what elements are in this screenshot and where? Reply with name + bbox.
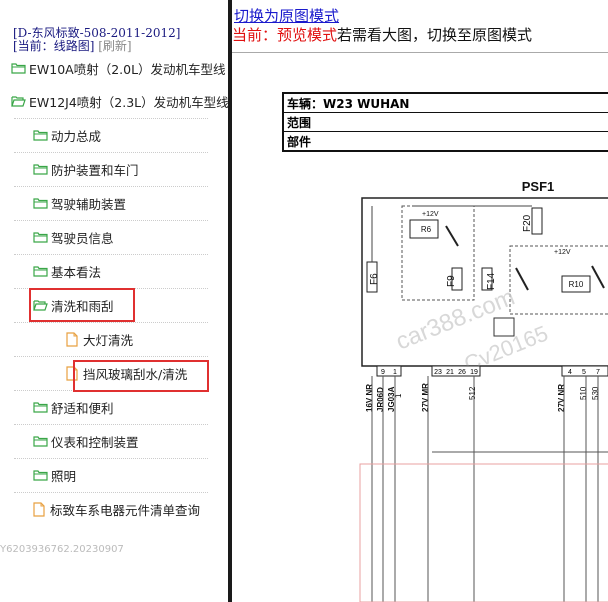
tree-item[interactable]: 动力总成 [33,121,101,149]
current-value: 线路图 [53,39,90,53]
folder-icon [33,470,48,481]
folder-icon [33,436,48,447]
fuse-f6-label: F6 [369,273,380,285]
diagram-title: PSF1 [522,179,555,194]
voltage-label-b: +12V [554,249,571,256]
document-id: Y6203936762.20230907 [0,544,124,555]
highlight-box-wiper-folder [29,288,135,322]
wire-label-jr06d: JR06D [376,387,385,412]
voltage-label-a: +12V [422,211,439,218]
current-view: [当前：线路图] [刷新] [13,37,132,54]
tree-separator [14,118,208,119]
tree-separator [14,322,208,323]
tree-item[interactable]: 驾驶员信息 [33,223,114,251]
tree-separator [14,186,208,187]
tree-item[interactable]: EW12J4喷射（2.3L）发动机车型线 [11,87,228,115]
tree-item[interactable]: 基本看法 [33,257,101,285]
ground-zone [359,463,608,602]
wire-label-27v-mr: 27V MR [421,383,430,412]
tree-item[interactable]: EW10A喷射（2.0L）发动机车型线 [11,54,226,82]
pin-label-1: 1 [393,369,397,376]
pin-label-7: 7 [596,369,600,376]
tree-item[interactable]: 驾驶辅助装置 [33,189,126,217]
wire-label-530: 530 [591,386,600,400]
folder-icon [33,266,48,277]
pin-label-9: 9 [381,369,385,376]
tree-item[interactable]: 标致车系电器元件清单查询 [33,495,200,523]
current-suffix: ] [89,39,95,53]
tree-item[interactable]: 防护装置和车门 [33,155,139,183]
fuse-f14-label: F14 [486,272,497,290]
tree-item-label: 仪表和控制装置 [51,434,139,450]
relay-r10-contact-a [515,267,529,291]
preview-panel: 切换为原图模式 当前：预览模式若需看大图，切换至原图模式 车辆：W23 WUHA… [232,0,608,602]
current-prefix: [当前： [13,39,54,53]
document-icon [66,331,78,347]
tree-separator [14,152,208,153]
tree-item-label: EW12J4喷射（2.3L）发动机车型线 [29,94,228,110]
relay-r6-label: R6 [421,225,432,234]
fuse-f20-body [531,207,543,235]
tree-item-label: EW10A喷射（2.0L）发动机车型线 [29,61,226,77]
tree-item-label: 基本看法 [51,264,102,280]
tree-separator [14,492,208,493]
folder-icon [11,63,26,74]
highlight-box-windshield-item [73,360,209,392]
tree-item[interactable]: 照明 [33,461,76,489]
folder-icon [33,164,48,175]
tree-item-label: 防护装置和车门 [51,162,139,178]
wire-label-510: 510 [579,386,588,400]
relay-zone-b [509,245,608,315]
pin-label-5: 5 [582,369,586,376]
wire-label-27v-nr: 27V NR [557,384,566,412]
wire-label-16v-nr: 16V NR [365,384,374,412]
tree-item-label: 舒适和便利 [51,400,114,416]
tree-separator [14,424,208,425]
tree-item-label: 照明 [51,468,77,484]
relay-r10-label: R10 [569,280,584,289]
tree-separator [14,356,208,357]
tree-separator [14,254,208,255]
pin-label-23: 23 [434,369,442,376]
refresh-link[interactable]: [刷新] [98,39,131,53]
tree-item-label: 驾驶员信息 [51,230,114,246]
tree-item-label: 动力总成 [51,128,102,144]
wire-label-512: 512 [468,386,477,400]
tree-item[interactable]: 舒适和便利 [33,393,114,421]
tree-item-label: 标致车系电器元件清单查询 [50,502,201,518]
wiring-diagram[interactable]: PSF1 F6 F9 F14 F20 +12V R6 +12V R10 car3… [232,0,608,602]
folder-icon [33,198,48,209]
relay-r6-contact [445,225,459,247]
fuse-f20-label: F20 [522,214,533,232]
pin-label-26: 26 [458,369,466,376]
pin-label-21: 21 [446,369,454,376]
tree-item-label: 大灯清洗 [83,332,134,348]
folder-icon [33,232,48,243]
tree-separator [14,220,208,221]
document-icon [33,501,45,517]
pin-label-19: 19 [470,369,478,376]
tree-item[interactable]: 大灯清洗 [66,325,133,353]
folder-open-icon [11,96,26,107]
pin-label-4: 4 [568,369,572,376]
tree-item[interactable]: 仪表和控制装置 [33,427,139,455]
tree-item-label: 驾驶辅助装置 [51,196,127,212]
tree-panel: [D-东风标致-508-2011-2012] [当前：线路图] [刷新] EW1… [0,0,228,602]
relay-r10-contact-b [591,265,605,289]
folder-icon [33,130,48,141]
fuse-f9-label: F9 [446,275,457,287]
folder-icon [33,402,48,413]
tree-separator [14,458,208,459]
